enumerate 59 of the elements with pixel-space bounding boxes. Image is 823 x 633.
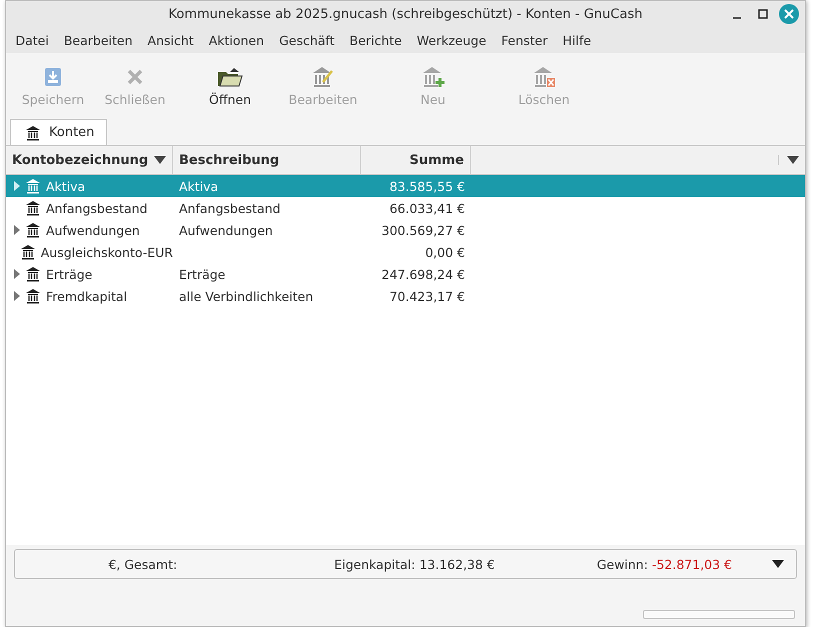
- menu-item[interactable]: Ansicht: [140, 32, 202, 48]
- menu-item[interactable]: Berichte: [342, 32, 410, 48]
- account-total: 66.033,41 €: [388, 200, 466, 216]
- bank-icon: [20, 244, 36, 260]
- window-title: Kommunekasse ab 2025.gnucash (schreibgeschützt) - Konten - GnuCash: [168, 6, 642, 22]
- save-icon: [42, 66, 64, 88]
- account-description: alle Verbindlichkeiten: [178, 288, 314, 304]
- account-total: 83.585,55 €: [388, 178, 466, 194]
- bank-icon: [25, 178, 41, 194]
- account-description: Anfangsbestand: [178, 200, 282, 216]
- currency-total-label: €, Gesamt:: [108, 556, 178, 572]
- menu-item[interactable]: Geschäft: [272, 32, 342, 48]
- tab[interactable]: Konten: [10, 119, 108, 145]
- expander-icon[interactable]: [12, 268, 22, 280]
- maximize-icon: [758, 9, 768, 19]
- expander-icon[interactable]: [12, 290, 22, 302]
- account-description: Aktiva: [178, 178, 220, 194]
- bank-icon: [25, 222, 41, 238]
- bank-icon: [25, 200, 41, 216]
- close-icon: [784, 9, 794, 19]
- close-button[interactable]: [779, 4, 799, 24]
- equity-text: Eigenkapital: 13.162,38 €: [334, 556, 495, 572]
- account-description: Erträge: [178, 266, 226, 282]
- account-name: Fremdkapital: [45, 288, 128, 304]
- dropdown-caret-icon[interactable]: [787, 156, 799, 164]
- bank-add-icon: [421, 66, 445, 88]
- account-description: Aufwendungen: [178, 222, 274, 238]
- profit-label: Gewinn:: [596, 556, 648, 572]
- menu-item[interactable]: Fenster: [494, 32, 556, 48]
- account-name: Ausgleichskonto-EUR: [40, 244, 173, 260]
- column-header[interactable]: Kontobezeichnung: [6, 146, 173, 174]
- account-name: Anfangsbestand: [45, 200, 148, 216]
- account-total: 0,00 €: [424, 244, 466, 260]
- bank-icon: [25, 124, 41, 140]
- menu-item[interactable]: Aktionen: [201, 32, 272, 48]
- folder-icon: [217, 66, 243, 88]
- toolbar-button[interactable]: Öffnen: [176, 56, 284, 116]
- menu-item[interactable]: Bearbeiten: [56, 32, 140, 48]
- dropdown-caret-icon[interactable]: [154, 156, 166, 164]
- bank-icon: [25, 288, 41, 304]
- bank-edit-icon: [311, 66, 335, 88]
- expander-icon[interactable]: [12, 180, 22, 192]
- expander-icon[interactable]: [12, 224, 22, 236]
- dropdown-caret-icon[interactable]: [772, 560, 784, 568]
- account-name: Erträge: [45, 266, 92, 282]
- account-total: 300.569,27 €: [380, 222, 466, 238]
- column-header[interactable]: Beschreibung: [173, 146, 361, 174]
- bank-delete-icon: [532, 66, 556, 88]
- account-total: 247.698,24 €: [380, 266, 466, 282]
- profit-value: -52.871,03 €: [652, 556, 732, 572]
- menu-item[interactable]: Hilfe: [555, 32, 599, 48]
- bank-icon: [25, 266, 41, 282]
- menu-item[interactable]: Werkzeuge: [409, 32, 494, 48]
- column-header[interactable]: Summe: [361, 146, 471, 174]
- minimize-icon: [732, 17, 742, 19]
- account-total: 70.423,17 €: [388, 288, 466, 304]
- account-name: Aufwendungen: [45, 222, 140, 238]
- account-name: Aktiva: [45, 178, 86, 194]
- menu-item[interactable]: Datei: [8, 32, 56, 48]
